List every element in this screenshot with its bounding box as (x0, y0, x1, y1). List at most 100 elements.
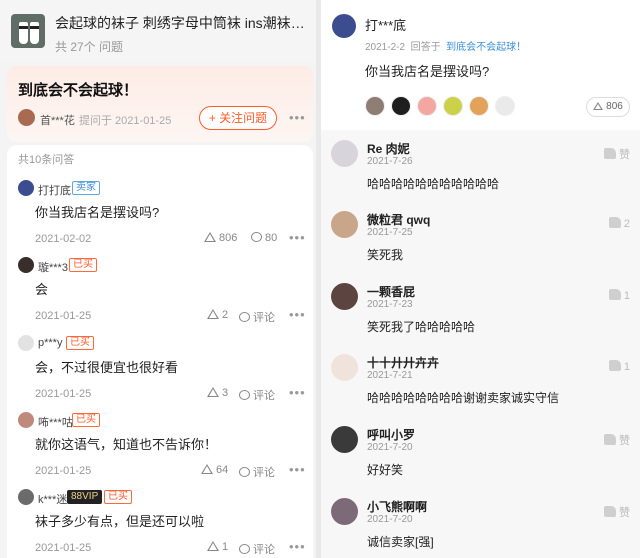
like-count: 64 (216, 464, 229, 476)
follow-question-button[interactable]: + 关注问题 (199, 106, 277, 130)
comment-item: 小飞熊啊啊 2021-7-20 诚信卖家[强] 赞 (321, 488, 640, 558)
more-icon[interactable]: ••• (289, 462, 306, 477)
avatar[interactable] (331, 354, 358, 381)
answer-item: 璇***3 已买 会 2021-01-25 2 评论 ••• (7, 257, 313, 334)
comment-item: 一颗香屁 2021-7-23 笑死我了哈哈哈哈哈 1 (321, 273, 640, 343)
answer-date: 2021-01-25 (35, 388, 92, 400)
comment-list: Re 肉妮 2021-7-26 哈哈哈哈哈哈哈哈哈哈哈 赞 微粒君 qwq 20… (321, 130, 640, 558)
avatar (443, 96, 463, 116)
comment-text: 笑死我了哈哈哈哈哈 (367, 320, 476, 334)
like-button[interactable]: 1 (207, 541, 228, 553)
answer-date: 2021-01-25 (35, 310, 92, 322)
like-button[interactable]: 2 (608, 217, 630, 230)
comment-date: 2021-7-20 (367, 442, 413, 453)
question-title: 到底会不会起球！ (18, 82, 139, 99)
avatar (417, 96, 437, 116)
avatar[interactable] (331, 140, 358, 167)
product-title[interactable]: 会起球的袜子 刺绣字母中筒袜 ins潮袜男... (55, 13, 310, 33)
avatar (365, 96, 385, 116)
like-button[interactable]: 赞 (604, 504, 630, 520)
avatar[interactable] (18, 180, 34, 196)
like-triangle-icon (593, 102, 604, 110)
like-button[interactable]: 64 (201, 464, 228, 476)
more-icon[interactable]: ••• (289, 110, 306, 125)
like-button[interactable]: 2 (207, 309, 228, 321)
comment-button[interactable]: 评论 (239, 464, 275, 480)
avatar[interactable] (18, 109, 35, 126)
comment-button[interactable]: 评论 (239, 387, 275, 403)
avatar[interactable] (18, 257, 34, 273)
comment-label: 评论 (253, 312, 275, 324)
product-thumbnail[interactable] (11, 14, 45, 48)
like-button[interactable]: 赞 (604, 146, 630, 162)
thumbs-up-icon (604, 434, 616, 445)
avatar[interactable] (18, 412, 34, 428)
asked-date: 提问于 2021-01-25 (79, 115, 172, 127)
more-icon[interactable]: ••• (289, 385, 306, 400)
like-button[interactable]: 赞 (604, 432, 630, 448)
comment-icon (239, 467, 250, 477)
like-count: 2 (222, 309, 229, 321)
like-button[interactable]: 3 (207, 387, 228, 399)
avatar (469, 96, 489, 116)
question-link[interactable]: 到底会不会起球！ (446, 42, 526, 53)
avatar[interactable] (331, 498, 358, 525)
avatar (391, 96, 411, 116)
comment-item: 微粒君 qwq 2021-7-25 笑死我 2 (321, 201, 640, 271)
commenter-name: 小飞熊啊啊 (367, 500, 428, 514)
avatar[interactable] (331, 211, 358, 238)
answer-text: 你当我店名是摆设吗? (35, 205, 160, 220)
more-icon[interactable]: ••• (289, 539, 306, 554)
comment-date: 2021-7-21 (367, 370, 413, 381)
question-card: 到底会不会起球！ 首***花 提问于 2021-01-25 + 关注问题 ••• (7, 66, 313, 142)
like-count: 赞 (619, 149, 630, 161)
like-triangle-icon (207, 541, 219, 551)
comment-button[interactable]: 评论 (239, 541, 275, 557)
like-count: 1 (222, 541, 229, 553)
thumbs-up-icon (604, 506, 616, 517)
commenter-name: 十十廾廾卉卉 (367, 356, 440, 370)
commenter-name: 呼叫小罗 (367, 428, 416, 442)
comment-item: 呼叫小罗 2021-7-20 好好笑 赞 (321, 416, 640, 486)
answer-item: 打打底 卖家 你当我店名是摆设吗? 2021-02-02 806 80 ••• (7, 180, 313, 257)
like-count: 1 (623, 290, 630, 302)
vip-badge: 88VIP (67, 490, 103, 504)
comment-text: 好好笑 (367, 463, 404, 477)
more-icon[interactable]: ••• (289, 307, 306, 322)
comment-button[interactable]: 80 (251, 232, 277, 244)
like-button[interactable]: 1 (608, 289, 630, 302)
purchased-badge: 已买 (69, 258, 97, 272)
like-count: 赞 (619, 435, 630, 447)
like-count: 1 (623, 361, 630, 373)
avatar[interactable] (332, 14, 356, 38)
comment-button[interactable]: 评论 (239, 309, 275, 325)
answer-list: 共10条问答 打打底 卖家 你当我店名是摆设吗? 2021-02-02 806 … (7, 145, 313, 558)
avatar[interactable] (18, 489, 34, 505)
answer-detail-panel: 打***底 2021-2-2 回答于 到底会不会起球！ 你当我店名是摆设吗? 8… (321, 0, 640, 558)
answer-date: 2021-01-25 (35, 465, 92, 477)
product-header[interactable]: 会起球的袜子 刺绣字母中筒袜 ins潮袜男... 共 27个 问题 (0, 0, 316, 62)
comment-date: 2021-7-25 (367, 227, 413, 238)
like-button[interactable]: 1 (608, 360, 630, 373)
comment-text: 哈哈哈哈哈哈哈哈哈哈哈 (367, 177, 500, 191)
avatar[interactable] (331, 426, 358, 453)
like-count: 2 (623, 218, 630, 230)
answer-item: p***y 已买 会，不过很便宜也很好看 2021-01-25 3 评论 ••• (7, 335, 313, 412)
comment-item: Re 肉妮 2021-7-26 哈哈哈哈哈哈哈哈哈哈哈 赞 (321, 130, 640, 200)
answerer-name: p***y (38, 337, 63, 349)
more-icon[interactable]: ••• (289, 230, 306, 245)
comment-item: 十十廾廾卉卉 2021-7-21 哈哈哈哈哈哈哈哈谢谢卖家诚实守信 1 (321, 344, 640, 414)
answer-date: 2021-02-02 (35, 233, 92, 245)
like-button[interactable]: 806 (204, 232, 237, 244)
avatar[interactable] (331, 283, 358, 310)
thumbs-up-icon (604, 148, 616, 159)
answer-date: 2021-2-2 (365, 42, 406, 53)
like-button[interactable]: 806 (586, 97, 630, 117)
comment-label: 评论 (253, 467, 275, 479)
comment-label: 评论 (253, 544, 275, 556)
like-count: 806 (606, 101, 623, 112)
answer-header: 打***底 2021-2-2 回答于 到底会不会起球！ 你当我店名是摆设吗? 8… (321, 0, 640, 130)
answer-text: 就你这语气，知道也不告诉你！ (35, 437, 218, 452)
avatar[interactable] (18, 335, 34, 351)
thumbs-up-icon (608, 217, 621, 228)
